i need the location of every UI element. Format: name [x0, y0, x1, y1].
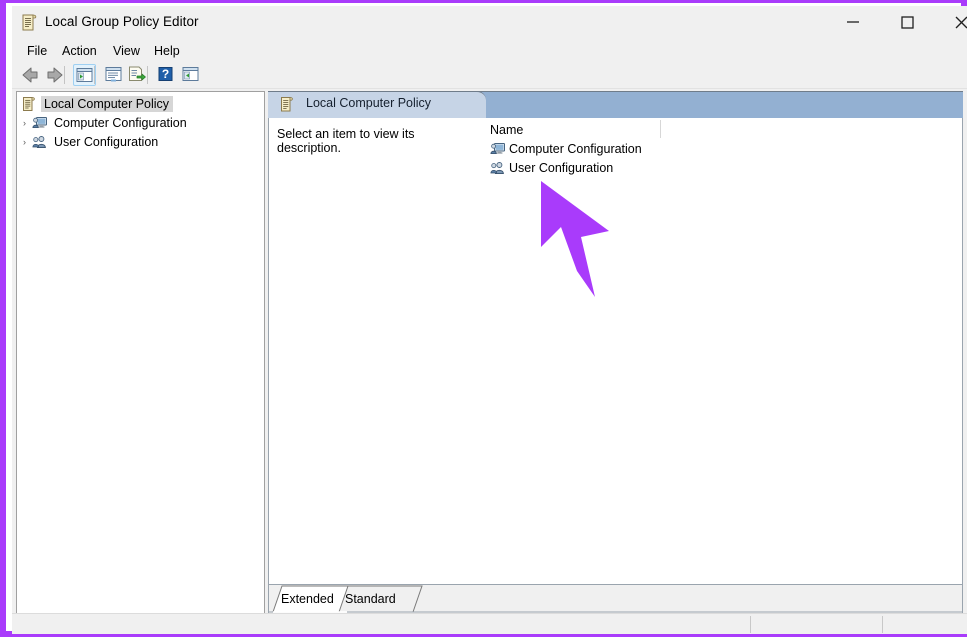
console-tree-pane[interactable]: Local Computer Policy › Computer Configu…: [16, 91, 265, 614]
list-item-label: Computer Configuration: [509, 141, 642, 156]
list-item-label: User Configuration: [509, 160, 614, 175]
result-pane: Local Computer Policy Select an item to …: [268, 91, 963, 614]
menu-view[interactable]: View: [108, 43, 145, 59]
svg-text:?: ?: [162, 67, 169, 81]
tab-standard[interactable]: Standard: [345, 592, 396, 606]
tree-item-local-computer-policy[interactable]: Local Computer Policy: [17, 94, 264, 113]
list-item[interactable]: Computer Configuration: [484, 139, 962, 158]
back-button[interactable]: [19, 64, 42, 86]
items-list-column: Name Computer Configuration User Configu…: [484, 118, 962, 584]
policy-scroll-icon: [279, 96, 295, 113]
tree-item-label: Local Computer Policy: [41, 95, 174, 112]
policy-scroll-icon: [21, 14, 38, 32]
status-bar: [12, 613, 967, 634]
chevron-right-icon[interactable]: ›: [17, 137, 32, 147]
policy-scroll-icon: [21, 96, 37, 112]
list-column-header[interactable]: Name: [484, 118, 962, 139]
result-pane-body: Select an item to view its description. …: [268, 118, 963, 614]
screenshot-frame: Local Group Policy Editor File Action Vi…: [0, 0, 967, 637]
computer-configuration-icon: [490, 141, 506, 157]
properties-icon[interactable]: [103, 64, 126, 86]
window-title: Local Group Policy Editor: [45, 14, 199, 29]
column-header-name: Name: [490, 123, 524, 137]
description-column: Select an item to view its description.: [269, 118, 483, 584]
toolbar-separator: [147, 66, 148, 84]
description-text: Select an item to view its description.: [277, 127, 415, 155]
help-question-icon[interactable]: ?: [155, 64, 178, 86]
maximize-button[interactable]: [884, 6, 930, 37]
tree-item-computer-configuration[interactable]: › Computer Configuration: [17, 113, 264, 132]
result-pane-title: Local Computer Policy: [306, 96, 432, 110]
export-list-icon[interactable]: [126, 64, 149, 86]
user-configuration-icon: [490, 160, 506, 176]
toolbar: ?: [12, 62, 967, 89]
tab-extended[interactable]: Extended: [281, 592, 334, 606]
list-item[interactable]: User Configuration: [484, 158, 962, 177]
status-separator: [750, 616, 751, 633]
close-button[interactable]: [938, 6, 967, 37]
chevron-right-icon[interactable]: ›: [17, 118, 32, 128]
toolbar-separator: [64, 66, 65, 84]
status-separator: [882, 616, 883, 633]
forward-button[interactable]: [43, 64, 66, 86]
show-tree-icon[interactable]: [73, 64, 96, 86]
menu-help[interactable]: Help: [149, 43, 185, 59]
show-pane-icon[interactable]: [180, 64, 203, 86]
menu-file[interactable]: File: [22, 43, 52, 59]
menu-bar: File Action View Help: [12, 40, 967, 62]
view-tabs: Extended Standard: [269, 584, 962, 613]
tree-item-label: User Configuration: [54, 134, 159, 149]
tree-item-user-configuration[interactable]: › User Configuration: [17, 132, 264, 151]
menu-action[interactable]: Action: [57, 43, 102, 59]
result-pane-header: Local Computer Policy: [268, 91, 963, 118]
user-configuration-icon: [32, 134, 48, 150]
minimize-button[interactable]: [830, 6, 876, 37]
local-group-policy-editor-window: Local Group Policy Editor File Action Vi…: [12, 6, 967, 634]
title-bar: Local Group Policy Editor: [12, 6, 967, 40]
tree-item-label: Computer Configuration: [54, 115, 187, 130]
computer-configuration-icon: [32, 115, 48, 131]
toolbar-separator: [94, 66, 95, 84]
column-divider[interactable]: [660, 120, 661, 138]
